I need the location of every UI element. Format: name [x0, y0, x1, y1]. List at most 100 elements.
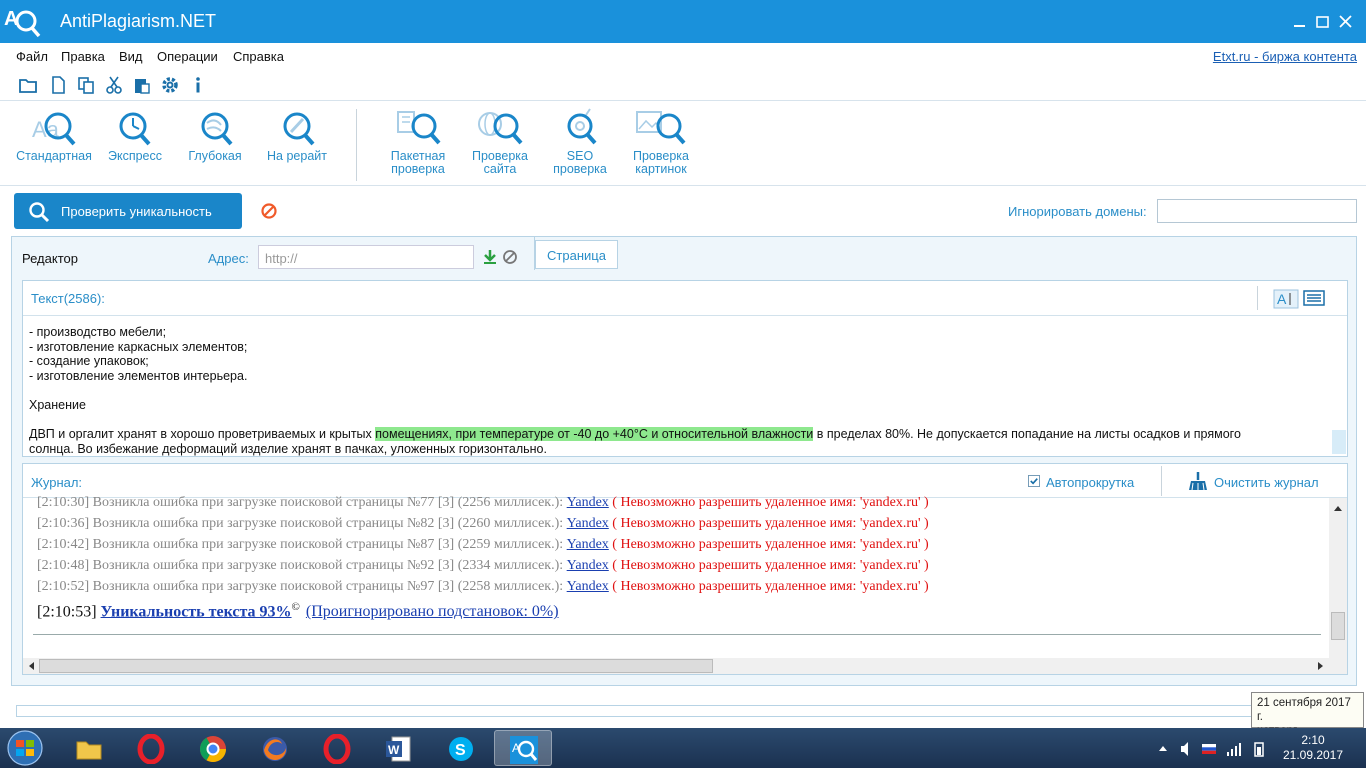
standard-check-button[interactable]: Aa Стандартная — [12, 107, 96, 163]
log-horizontal-scrollbar[interactable] — [23, 658, 1347, 674]
standard-check-label: Стандартная — [16, 149, 92, 163]
text-plain: ДВП и оргалит хранят в хорошо проветрива… — [29, 427, 376, 442]
clear-address-icon[interactable] — [502, 249, 518, 265]
taskbar-antiplagiarism[interactable]: A — [494, 730, 552, 766]
scroll-right-icon[interactable] — [1317, 661, 1325, 671]
svg-text:W: W — [388, 743, 400, 757]
taskbar-opera-1[interactable] — [122, 730, 180, 766]
log-entry-error: ( Невозможно разрешить удаленное имя: 'y… — [608, 537, 929, 552]
log-vertical-scrollbar[interactable] — [1329, 498, 1347, 658]
ignore-domains-label: Игнорировать домены: — [1008, 204, 1147, 219]
text-content: - производство мебели; - изготовление ка… — [29, 325, 1327, 456]
log-entry-text: [2:10:30] Возникла ошибка при загрузке п… — [37, 495, 567, 510]
ignored-substitutions-link[interactable]: (Проигнорировано подстановок: 0%) — [306, 603, 559, 620]
quick-toolbar — [0, 69, 1366, 101]
paste-icon[interactable] — [132, 75, 152, 95]
stop-check-icon[interactable] — [260, 202, 278, 220]
text-scrollbar[interactable] — [1331, 317, 1347, 456]
rewrite-check-button[interactable]: На рерайт — [262, 107, 332, 163]
clear-log-button[interactable]: Очистить журнал — [1214, 475, 1319, 490]
settings-gear-icon[interactable] — [160, 75, 180, 95]
yandex-link[interactable]: Yandex — [567, 495, 609, 510]
check-uniqueness-button[interactable]: Проверить уникальность — [14, 193, 242, 229]
yandex-link[interactable]: Yandex — [567, 516, 609, 531]
image-check-label-1: Проверка — [633, 149, 689, 163]
tab-editor-label: Редактор — [22, 251, 78, 266]
svg-text:S: S — [455, 742, 466, 759]
site-check-button[interactable]: Проверка сайта — [466, 107, 534, 176]
text-scrollbar-thumb[interactable] — [1332, 430, 1346, 454]
tab-editor[interactable]: Редактор Адрес: http:// — [11, 236, 535, 270]
taskbar-word[interactable]: W — [370, 730, 428, 766]
autoscroll-checkbox[interactable] — [1028, 475, 1040, 487]
text-editor[interactable]: Текст(2586): A - производство мебели; - … — [22, 280, 1348, 457]
start-button-icon[interactable] — [3, 729, 47, 767]
menu-view[interactable]: Вид — [119, 49, 143, 64]
menu-bar: Файл Правка Вид Операции Справка Etxt.ru… — [0, 43, 1366, 69]
minimize-icon[interactable] — [1290, 13, 1310, 31]
batch-check-label-2: проверка — [391, 162, 445, 176]
menu-operations[interactable]: Операции — [157, 49, 218, 64]
scroll-up-icon[interactable] — [1333, 504, 1343, 512]
system-tray-icons[interactable] — [1155, 740, 1275, 758]
title-bar: A AntiPlagiarism.NET — [0, 0, 1366, 43]
tab-page[interactable]: Страница — [535, 240, 618, 269]
scroll-left-icon[interactable] — [27, 661, 35, 671]
text-format-icon[interactable]: A — [1273, 289, 1299, 309]
log-entry: [2:10:30] Возникла ошибка при загрузке п… — [37, 492, 1327, 513]
copy-icon[interactable] — [76, 75, 96, 95]
maximize-icon[interactable] — [1313, 13, 1333, 31]
log-entry-text: [2:10:48] Возникла ошибка при загрузке п… — [37, 558, 567, 573]
taskbar: W S A 2:10 21.09.2017 — [0, 728, 1366, 768]
broom-icon[interactable] — [1187, 471, 1209, 491]
text-line: - создание упаковок; — [29, 354, 149, 369]
cut-icon[interactable] — [104, 75, 124, 95]
batch-check-button[interactable]: Пакетная проверка — [384, 107, 452, 176]
word-icon: W — [386, 736, 411, 762]
taskbar-opera-2[interactable] — [308, 730, 366, 766]
text-count-label: Текст(2586): — [31, 291, 105, 306]
log-entry-error: ( Невозможно разрешить удаленное имя: 'y… — [608, 579, 929, 594]
etxt-link[interactable]: Etxt.ru - биржа контента — [1213, 49, 1357, 64]
clock-time: 2:10 — [1301, 733, 1325, 747]
taskbar-chrome[interactable] — [184, 730, 242, 766]
seo-check-button[interactable]: SEO проверка — [548, 107, 612, 176]
express-check-button[interactable]: Экспресс — [104, 107, 166, 163]
taskbar-skype[interactable]: S — [432, 730, 490, 766]
menu-edit[interactable]: Правка — [61, 49, 105, 64]
deep-check-icon — [201, 112, 233, 146]
chrome-icon — [199, 736, 227, 763]
yandex-link[interactable]: Yandex — [567, 579, 609, 594]
log-divider — [33, 634, 1321, 635]
taskbar-firefox[interactable] — [246, 730, 304, 766]
progress-bar — [16, 705, 1356, 717]
log-hscroll-thumb[interactable] — [39, 659, 713, 673]
deep-check-label: Глубокая — [188, 149, 242, 163]
yandex-link[interactable]: Yandex — [567, 537, 609, 552]
info-icon[interactable] — [188, 75, 208, 95]
text-view-icon[interactable] — [1303, 289, 1325, 307]
log-vscroll-thumb[interactable] — [1331, 612, 1345, 640]
log-entry-text: [2:10:36] Возникла ошибка при загрузке п… — [37, 516, 567, 531]
opera-icon — [137, 734, 165, 764]
clock-date: 21.09.2017 — [1282, 748, 1344, 762]
menu-file[interactable]: Файл — [16, 49, 48, 64]
taskbar-explorer[interactable] — [60, 730, 118, 766]
taskbar-clock[interactable]: 2:10 21.09.2017 — [1280, 733, 1346, 763]
firefox-icon — [263, 737, 287, 761]
open-folder-icon[interactable] — [18, 75, 38, 95]
address-input[interactable]: http:// — [258, 245, 474, 269]
image-check-button[interactable]: Проверка картинок — [628, 107, 694, 176]
image-check-icon — [636, 111, 686, 145]
uniqueness-result-link[interactable]: Уникальность текста 93% — [101, 603, 292, 620]
deep-check-button[interactable]: Глубокая — [184, 107, 246, 163]
site-check-label-1: Проверка — [472, 149, 528, 163]
close-icon[interactable] — [1336, 13, 1356, 31]
new-file-icon[interactable] — [48, 75, 68, 95]
download-icon[interactable] — [482, 249, 498, 265]
yandex-link[interactable]: Yandex — [567, 558, 609, 573]
ignore-domains-input[interactable] — [1157, 199, 1357, 223]
copyright-mark: © — [291, 601, 300, 613]
menu-help[interactable]: Справка — [233, 49, 284, 64]
